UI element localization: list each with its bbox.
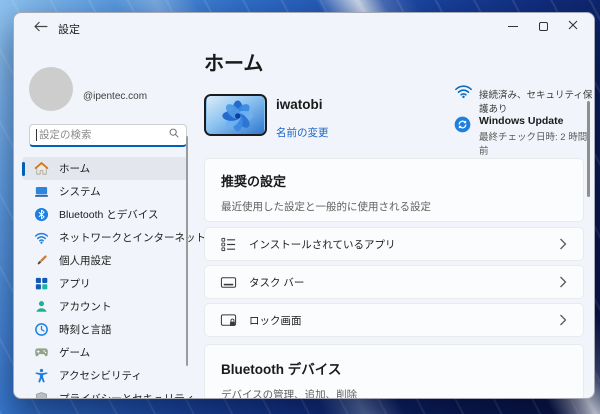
sidebar-item-label: Bluetooth とデバイス (59, 209, 159, 221)
personalization-icon (34, 253, 49, 268)
sidebar-item-label: ゲーム (59, 347, 91, 359)
selection-accent-bar (22, 161, 25, 176)
row-label: タスク バー (249, 276, 305, 289)
recommended-settings-card: 推奨の設定 最近使用した設定と一般的に使用される設定 (204, 158, 584, 222)
device-name: iwatobi (276, 97, 323, 112)
installed-apps-row[interactable]: インストールされているアプリ (204, 227, 584, 261)
accounts-icon (34, 299, 49, 314)
section-subtitle: 最近使用した設定と一般的に使用される設定 (221, 201, 431, 213)
section-subtitle: デバイスの管理、追加、削除 (221, 389, 358, 399)
back-button[interactable] (30, 20, 50, 36)
system-icon (34, 184, 49, 199)
bluetooth-icon (34, 207, 49, 222)
sidebar-nav: ホーム システム Bluetooth とデバイス ネットワークとインターネット (14, 157, 206, 398)
sidebar-item-label: プライバシーとセキュリティ (59, 393, 195, 399)
account-email: @ipentec.com (83, 91, 148, 102)
sidebar-item-accessibility[interactable]: アクセシビリティ (22, 364, 188, 387)
search-box[interactable] (29, 124, 187, 147)
back-arrow-icon (33, 19, 48, 37)
sidebar-item-network-internet[interactable]: ネットワークとインターネット (22, 226, 206, 249)
section-title: Bluetooth デバイス (221, 362, 342, 377)
taskbar-row[interactable]: タスク バー (204, 265, 584, 299)
sidebar-item-apps[interactable]: アプリ (22, 272, 188, 295)
chevron-right-icon (559, 314, 567, 326)
wifi-icon (454, 83, 473, 99)
sidebar-item-label: アプリ (59, 278, 91, 290)
lock-screen-icon (220, 312, 237, 329)
network-icon (34, 230, 49, 245)
taskbar-icon (220, 274, 237, 291)
sidebar-item-privacy-security[interactable]: プライバシーとセキュリティ (22, 387, 195, 398)
text-caret (36, 129, 37, 141)
sidebar-item-home[interactable]: ホーム (22, 157, 188, 180)
main-scrollbar[interactable] (587, 101, 590, 197)
search-icon (168, 126, 180, 144)
home-icon (34, 161, 49, 176)
windows-update-status-detail: 最終チェック日時: 2 時間前 (479, 132, 588, 157)
sidebar-item-label: 個人用設定 (59, 255, 112, 267)
avatar[interactable] (29, 67, 73, 111)
network-status-text[interactable]: 接続済み、セキュリティ保護あり (479, 87, 594, 115)
sidebar-scrollbar[interactable] (186, 136, 188, 366)
rename-device-link[interactable]: 名前の変更 (276, 125, 329, 140)
sidebar-item-label: 時刻と言語 (59, 324, 112, 336)
lock-screen-row[interactable]: ロック画面 (204, 303, 584, 337)
sidebar-item-label: ネットワークとインターネット (59, 232, 206, 244)
device-thumbnail (204, 94, 267, 136)
apps-icon (34, 276, 49, 291)
chevron-right-icon (559, 238, 567, 250)
sidebar-item-personalization[interactable]: 個人用設定 (22, 249, 188, 272)
sidebar: @ipentec.com ホーム システム (14, 41, 206, 398)
installed-apps-icon (220, 236, 237, 253)
sidebar-item-label: ホーム (59, 163, 91, 175)
sidebar-item-label: システム (59, 186, 101, 198)
privacy-icon (34, 391, 49, 398)
row-label: インストールされているアプリ (249, 238, 396, 251)
window-title: 設定 (58, 24, 80, 36)
windows-update-status-title[interactable]: Windows Update (479, 115, 564, 127)
sidebar-item-accounts[interactable]: アカウント (22, 295, 188, 318)
sidebar-item-label: アクセシビリティ (59, 370, 142, 382)
sidebar-item-time-language[interactable]: 時刻と言語 (22, 318, 188, 341)
sidebar-item-system[interactable]: システム (22, 180, 188, 203)
sidebar-item-gaming[interactable]: ゲーム (22, 341, 188, 364)
windows-update-icon (454, 116, 471, 133)
settings-window: 設定 @ipentec.com ホーム (13, 12, 595, 399)
gaming-icon (34, 345, 49, 360)
accessibility-icon (34, 368, 49, 383)
main-content: ホーム iwatobi 名前の変更 接続済み、セキュリティ保護あり Window… (196, 13, 594, 398)
page-title: ホーム (204, 53, 264, 75)
sidebar-item-label: アカウント (59, 301, 112, 313)
chevron-right-icon (559, 276, 567, 288)
row-label: ロック画面 (249, 314, 302, 327)
sidebar-item-bluetooth-devices[interactable]: Bluetooth とデバイス (22, 203, 188, 226)
bluetooth-devices-card: Bluetooth デバイス デバイスの管理、追加、削除 (204, 344, 584, 399)
search-input[interactable] (39, 129, 168, 141)
section-title: 推奨の設定 (221, 174, 287, 189)
time-language-icon (34, 322, 49, 337)
